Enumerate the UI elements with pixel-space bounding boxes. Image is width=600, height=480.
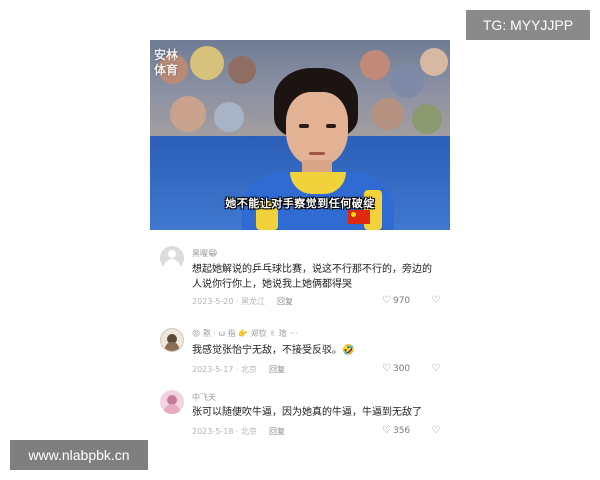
comment-username[interactable]: 黑曜😁 (192, 248, 217, 259)
comment-location: 北京 (241, 365, 258, 374)
player-mouth (309, 152, 325, 155)
heart-icon: ♡ (382, 295, 391, 306)
comment-item: 😡 熬 · ω 指 👉 郑钦 ✌ 瑄 ·ᵕ· 我感觉张怡宁无敌，不接受反驳。🤣 … (150, 322, 450, 380)
comment-location: 黑龙江 (241, 297, 266, 306)
china-flag-icon (348, 210, 370, 224)
comment-text: 我感觉张怡宁无敌，不接受反驳。🤣 (192, 345, 355, 356)
comment-text: 想起她解说的乒乓球比赛，说这不行那不行的，旁边的人说你行你上，她说我上她俩都得哭 (192, 264, 432, 290)
channel-logo: 安林 体育 (154, 48, 184, 78)
comment-text: 张可以随便吹牛逼，因为她真的牛逼，牛逼到无敌了 (192, 407, 422, 418)
user-photo-avatar-icon[interactable] (160, 328, 184, 352)
telegram-watermark: TG: MYYJJPP (466, 10, 590, 40)
reply-button[interactable]: 回复 (277, 297, 293, 306)
like-button[interactable]: ♡ 970 (382, 295, 422, 306)
like-button[interactable]: ♡ 300 (382, 363, 422, 374)
comment-location: 北京 (241, 427, 258, 436)
like-count: 356 (392, 426, 411, 436)
comment-date: 2023-5-17 (192, 365, 234, 374)
comment-username-text: 黑曜 (192, 249, 208, 258)
grin-emoji-icon: 😁 (208, 249, 218, 259)
pink-avatar-icon[interactable] (160, 390, 184, 414)
video-frame[interactable]: 安林 体育 她不能让对手察觉到任何破绽 (150, 40, 450, 230)
reply-button[interactable]: 回复 (269, 365, 285, 374)
thumbs-down-icon[interactable]: ♡ (430, 363, 442, 375)
like-count: 970 (392, 296, 411, 306)
comment-username[interactable]: 中飞天 (192, 392, 216, 403)
thumbs-down-icon[interactable]: ♡ (430, 295, 442, 307)
channel-logo-text: 安林 体育 (154, 48, 179, 77)
player-left-eye (299, 124, 309, 128)
comment-meta: 2023-5-17 · 北京 回复 (192, 365, 286, 374)
heart-icon: ♡ (382, 363, 391, 374)
site-watermark: www.nlabpbk.cn (10, 440, 148, 470)
comment-item: 黑曜😁 想起她解说的乒乓球比赛，说这不行那不行的，旁边的人说你行你上，她说我上她… (150, 240, 450, 312)
comment-username[interactable]: 😡 熬 · ω 指 👉 郑钦 ✌ 瑄 ·ᵕ· (192, 328, 298, 339)
like-count: 300 (392, 364, 411, 374)
reply-button[interactable]: 回复 (269, 427, 285, 436)
comment-date: 2023-5-18 (192, 427, 234, 436)
player-right-eye (326, 124, 336, 128)
like-button[interactable]: ♡ 356 (382, 425, 422, 436)
default-avatar-icon[interactable] (160, 246, 184, 270)
comment-meta: 2023-5-20 · 黑龙江 回复 (192, 297, 294, 306)
comment-meta: 2023-5-18 · 北京 回复 (192, 427, 286, 436)
social-post: 安林 体育 她不能让对手察觉到任何破绽 黑曜😁 想起她解说的乒乓球比赛，说这不行… (150, 40, 450, 440)
comment-date: 2023-5-20 (192, 297, 234, 306)
thumbs-down-icon[interactable]: ♡ (430, 425, 442, 437)
video-subtitle: 她不能让对手察觉到任何破绽 (225, 197, 375, 210)
comment-item: 中飞天 张可以随便吹牛逼，因为她真的牛逼，牛逼到无敌了 2023-5-18 · … (150, 384, 450, 440)
heart-icon: ♡ (382, 425, 391, 436)
